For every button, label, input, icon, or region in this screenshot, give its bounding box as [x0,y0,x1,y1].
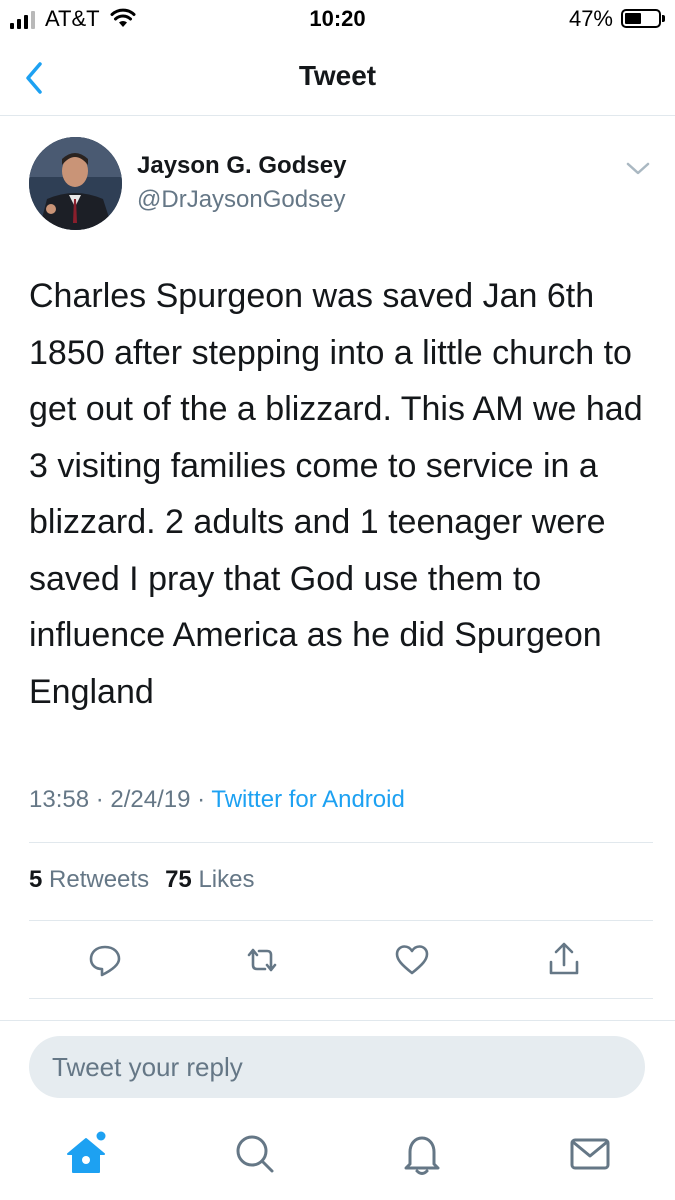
share-icon[interactable] [542,938,586,982]
search-icon[interactable] [230,1130,278,1178]
meta-separator: · [95,786,104,813]
likes-count: 75 [165,866,192,893]
avatar-photo [29,137,122,230]
retweets-stat[interactable]: 5 Retweets [29,866,149,893]
likes-label: Likes [198,866,255,893]
tweet-text: Charles Spurgeon was saved Jan 6th 1850 … [29,277,643,711]
chevron-down-icon[interactable] [624,158,652,178]
reply-icon[interactable] [83,938,127,982]
divider [29,998,653,999]
reply-input[interactable] [52,1036,612,1098]
divider [29,842,653,843]
retweets-label: Retweets [49,866,150,893]
section-separator [0,1020,675,1021]
home-icon[interactable] [62,1130,110,1178]
engagement-stats: 5 Retweets 75 Likes [29,866,254,894]
page-title: Tweet [298,60,377,91]
meta-separator: · [197,786,206,813]
tweet-date: 2/24/19 [110,786,191,813]
tweet-metadata: 13:58 · 2/24/19 · Twitter for Android [29,786,405,814]
author-name[interactable]: Jayson G. Godsey [137,152,346,180]
retweets-count: 5 [29,866,43,893]
reply-composer[interactable] [29,1036,645,1098]
avatar[interactable] [29,137,122,230]
navigation-bar: Tweet [0,38,675,116]
tweet-time: 13:58 [29,786,90,813]
battery-icon [621,9,665,28]
like-icon[interactable] [390,938,434,982]
notifications-icon[interactable] [398,1130,446,1178]
tweet-source-link[interactable]: Twitter for Android [211,786,404,813]
author-handle[interactable]: @DrJaysonGodsey [137,186,345,214]
likes-stat[interactable]: 75 Likes [165,866,254,893]
divider [29,920,653,921]
battery-percentage: 47% [568,6,613,31]
messages-icon[interactable] [566,1130,614,1178]
retweet-icon[interactable] [240,938,284,982]
status-bar: AT&T 10:20 47% [0,0,675,38]
